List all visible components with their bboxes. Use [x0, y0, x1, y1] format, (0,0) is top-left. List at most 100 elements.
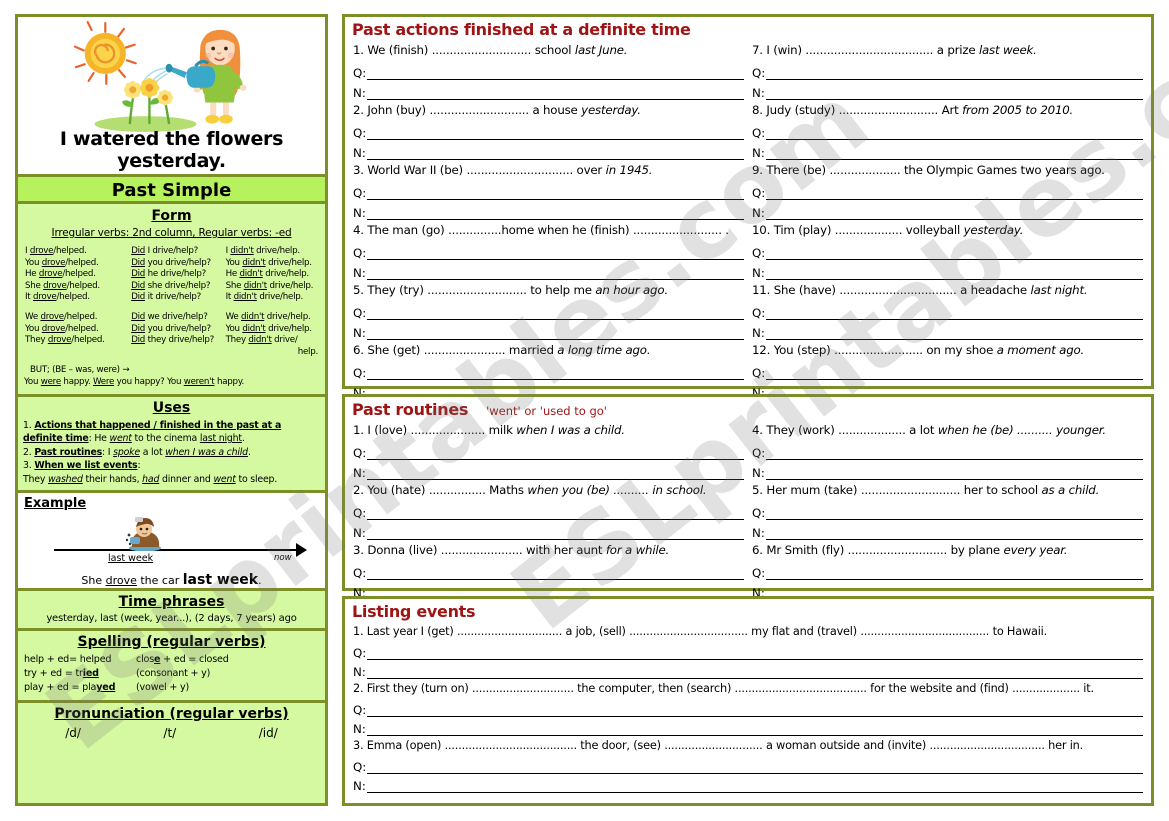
answer-row-n: N: — [353, 260, 744, 280]
answer-label-n: N: — [752, 526, 765, 540]
exercise-prompt: 4. They (work) ................... a lot… — [752, 423, 1106, 437]
answer-blank-line-n[interactable] — [367, 721, 1143, 736]
conjugation-row: We drove/helped. Did we drive/help? We did… — [24, 312, 319, 324]
answer-blank-line-n[interactable] — [766, 325, 1143, 340]
conj-negative: She didn't drive/help. — [225, 280, 314, 291]
answer-row-n: N: — [752, 200, 1143, 220]
answer-blank-line-q[interactable] — [766, 505, 1143, 520]
answer-row-n: N: — [353, 80, 744, 100]
answer-blank-line-n[interactable] — [367, 205, 744, 220]
answer-row-n: N: — [353, 200, 744, 220]
answer-blank-line-q[interactable] — [367, 445, 744, 460]
answer-blank-line-q[interactable] — [367, 245, 744, 260]
answer-label-n: N: — [353, 722, 366, 736]
use-2-rest: : I — [102, 446, 114, 458]
answer-row-q: Q: — [353, 560, 744, 580]
tense-title-band: Past Simple — [18, 177, 325, 204]
answer-blank-line-n[interactable] — [766, 85, 1143, 100]
answer-label-n: N: — [353, 206, 366, 220]
conj-question: Did I drive/help? — [131, 246, 198, 256]
answer-row-q: Q: — [752, 560, 1143, 580]
be-examples-line: You were happy. Were you happy? You were… — [24, 377, 319, 389]
conj-negative: You didn't drive/help. — [225, 323, 312, 334]
conj-negative: We didn't drive/help. — [225, 311, 311, 322]
answer-blank-line-n[interactable] — [367, 664, 1143, 679]
exercise-header-routines: Past routines 'went' or 'used to go' — [345, 397, 1151, 420]
exercise-item: 9. There (be) .................... the O… — [752, 160, 1143, 220]
answer-row-q: Q: — [752, 360, 1143, 380]
exercise-prompt: 7. I (win) .............................… — [752, 43, 1037, 57]
answer-blank-line-n[interactable] — [766, 145, 1143, 160]
answer-blank-line-n[interactable] — [367, 145, 744, 160]
answer-blank-line-q[interactable] — [367, 702, 1143, 717]
answer-row-q: Q: — [353, 440, 744, 460]
pronunciation-title: Pronunciation (regular verbs) — [24, 706, 319, 722]
answer-blank-line-q[interactable] — [367, 505, 744, 520]
answer-blank-line-q[interactable] — [367, 185, 744, 200]
answer-row-q: Q: — [353, 300, 744, 320]
example-mid: the car — [136, 574, 183, 588]
grammar-reference-panel: I watered the flowers yesterday. Past Si… — [15, 14, 328, 806]
exercise-prompt: 8. Judy (study) ........................… — [752, 103, 1074, 117]
answer-blank-line-q[interactable] — [766, 305, 1143, 320]
conjugation-table: I drove/helped. Did I drive/help? I didn't… — [24, 246, 319, 358]
example-end: . — [258, 574, 262, 588]
answer-row-q: Q: — [752, 60, 1143, 80]
answer-blank-line-n[interactable] — [766, 525, 1143, 540]
answer-blank-line-q[interactable] — [766, 245, 1143, 260]
be-pre: You — [24, 376, 41, 387]
time-phrases-title: Time phrases — [118, 594, 225, 611]
answer-label-n: N: — [353, 526, 366, 540]
answer-blank-line-q[interactable] — [766, 565, 1143, 580]
exercise-item: 12. You (step) .........................… — [752, 340, 1143, 400]
answer-blank-line-q[interactable] — [367, 365, 744, 380]
answer-blank-line-q[interactable] — [766, 125, 1143, 140]
answer-blank-line-n[interactable] — [367, 265, 744, 280]
exercise-prompt: 6. Mr Smith (fly) ......................… — [752, 543, 1068, 557]
use-1-verb: went — [109, 433, 132, 445]
answer-row-q: Q: — [353, 240, 744, 260]
answer-blank-line-q[interactable] — [766, 185, 1143, 200]
use-3-number: 3. — [23, 460, 35, 472]
driver-in-car-icon — [125, 517, 161, 552]
answer-blank-line-q[interactable] — [766, 365, 1143, 380]
use-3-pre: They — [23, 473, 48, 485]
answer-label-q: Q: — [353, 66, 367, 80]
spelling-row-2: try + ed = tried (consonant + y) — [24, 667, 319, 681]
answer-label-q: Q: — [353, 126, 367, 140]
spelling-title-sub: (regular verbs) — [146, 634, 266, 651]
use-3-bold: When we list events — [34, 460, 138, 472]
pronunciation-sound: /id/ — [258, 726, 278, 741]
example-sentence: She drove the car last week. — [24, 572, 319, 588]
answer-row-n: N: — [752, 140, 1143, 160]
answer-blank-line-q[interactable] — [766, 65, 1143, 80]
answer-label-q: Q: — [353, 760, 367, 774]
answer-blank-line-n[interactable] — [766, 205, 1143, 220]
answer-blank-line-n[interactable] — [766, 465, 1143, 480]
answer-blank-line-q[interactable] — [367, 759, 1143, 774]
example-title: Example — [24, 496, 87, 512]
answer-blank-line-n[interactable] — [766, 265, 1143, 280]
answer-blank-line-n[interactable] — [367, 85, 744, 100]
spelling-section: Spelling (regular verbs) help + ed= help… — [18, 631, 325, 704]
plural-overflow: help. — [297, 346, 319, 357]
answer-blank-line-q[interactable] — [367, 565, 744, 580]
answer-label-q: Q: — [752, 506, 766, 520]
be-werent: weren't — [183, 376, 215, 387]
answer-blank-line-q[interactable] — [367, 125, 744, 140]
answer-blank-line-q[interactable] — [766, 445, 1143, 460]
answer-blank-line-n[interactable] — [367, 465, 744, 480]
answer-blank-line-q[interactable] — [367, 65, 744, 80]
answer-row-n: N: — [353, 140, 744, 160]
exercise-panel-listing-events: Listing events 1. Last year I (get) ....… — [342, 596, 1154, 806]
use-2-time: when I was a child — [165, 446, 248, 458]
answer-row-n: N: — [353, 660, 1143, 679]
answer-blank-line-n[interactable] — [367, 325, 744, 340]
answer-blank-line-q[interactable] — [367, 305, 744, 320]
exercise-prompt: 1. We (finish) .........................… — [353, 43, 628, 57]
answer-blank-line-n[interactable] — [367, 778, 1143, 793]
example-pre: She — [81, 574, 106, 588]
pronunciation-section: Pronunciation (regular verbs) /d/ /t/ /id/ — [18, 703, 325, 746]
answer-blank-line-q[interactable] — [367, 645, 1143, 660]
answer-blank-line-n[interactable] — [367, 525, 744, 540]
